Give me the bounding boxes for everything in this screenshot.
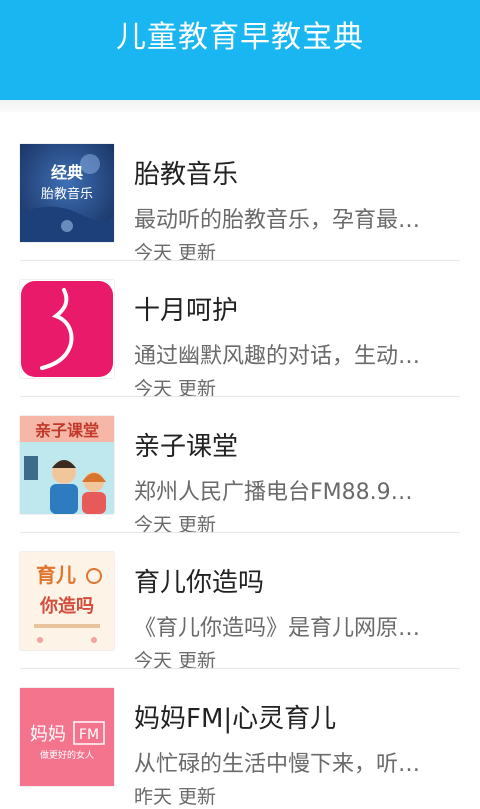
- svg-text:亲子课堂: 亲子课堂: [35, 421, 99, 440]
- pregnancy-logo-icon: [20, 280, 114, 378]
- item-description: 《育儿你造吗》是育儿网原…: [134, 616, 421, 641]
- page-title: 儿童教育早教宝典: [116, 20, 364, 55]
- svg-text:胎教音乐: 胎教音乐: [41, 186, 93, 202]
- svg-text:你造吗: 你造吗: [39, 595, 94, 617]
- list-item[interactable]: 妈妈 FM 做更好的女人 妈妈FM|心灵育儿 从忙碌的生活中慢下来，听… 昨天 …: [0, 656, 480, 808]
- item-description: 通过幽默风趣的对话，生动…: [134, 344, 421, 369]
- app-header: 儿童教育早教宝典: [0, 0, 480, 100]
- mama-fm-cover-icon: 妈妈 FM 做更好的女人: [20, 688, 114, 786]
- item-updated: 昨天 更新: [134, 786, 217, 808]
- svg-text:育儿: 育儿: [36, 563, 76, 587]
- svg-text:经典: 经典: [51, 163, 83, 182]
- family-classroom-cover-icon: 亲子课堂: [20, 416, 114, 514]
- list-item[interactable]: 亲子课堂 亲子课堂 郑州人民广播电台FM88.9… 今天 更新: [0, 384, 480, 536]
- header-divider: [0, 100, 480, 112]
- list-item[interactable]: 十月呵护 通过幽默风趣的对话，生动… 今天 更新: [0, 248, 480, 400]
- svg-text:FM: FM: [79, 727, 99, 743]
- item-title: 妈妈FM|心灵育儿: [134, 704, 337, 734]
- list-item[interactable]: 经典 胎教音乐 胎教音乐 最动听的胎教音乐，孕育最… 今天 更新: [0, 112, 480, 264]
- item-description: 从忙碌的生活中慢下来，听…: [134, 752, 421, 777]
- item-title: 育儿你造吗: [134, 568, 265, 598]
- item-title: 十月呵护: [134, 296, 239, 326]
- item-title: 亲子课堂: [134, 432, 239, 462]
- svg-text:做更好的女人: 做更好的女人: [40, 749, 94, 761]
- list-item[interactable]: 育儿 你造吗 育儿你造吗 《育儿你造吗》是育儿网原… 今天 更新: [0, 520, 480, 672]
- parenting-cover-icon: 育儿 你造吗: [20, 552, 114, 650]
- item-description: 最动听的胎教音乐，孕育最…: [134, 208, 421, 233]
- fetal-music-cover-icon: 经典 胎教音乐: [20, 144, 114, 242]
- svg-text:妈妈: 妈妈: [30, 724, 66, 745]
- item-description: 郑州人民广播电台FM88.9…: [134, 480, 413, 505]
- item-title: 胎教音乐: [134, 160, 239, 190]
